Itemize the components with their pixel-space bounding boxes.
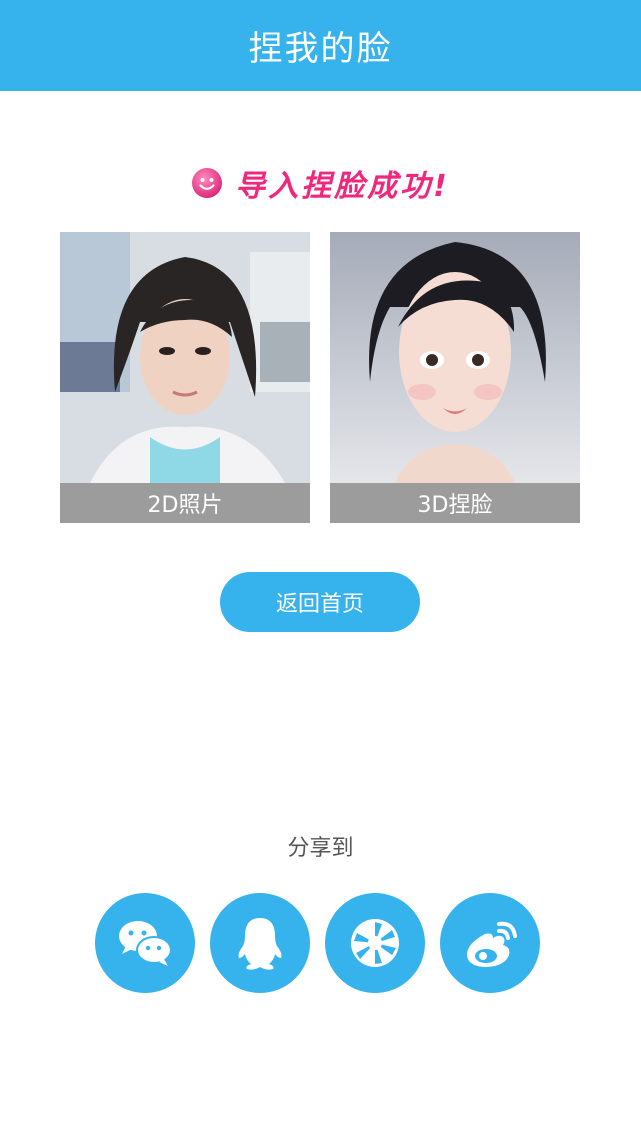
share-moments-button[interactable] — [325, 893, 425, 993]
return-home-button[interactable]: 返回首页 — [220, 572, 420, 632]
wechat-icon — [119, 921, 172, 966]
photo-2d-image — [60, 232, 310, 483]
smiley-icon — [192, 168, 223, 198]
share-label: 分享到 — [287, 836, 354, 861]
photo-2d-card: 2D照片 — [60, 232, 310, 523]
app-header: 捏我的脸 — [0, 0, 641, 91]
share-wechat-button[interactable] — [95, 893, 195, 993]
moments-icon — [351, 919, 399, 967]
qq-icon — [238, 918, 282, 970]
photo-3d-card: 3D捏脸 — [330, 232, 580, 523]
photo-2d-caption: 2D照片 — [60, 483, 310, 523]
photo-3d-caption: 3D捏脸 — [330, 483, 580, 523]
success-message: 导入捏脸成功! — [235, 169, 450, 204]
success-banner: 导入捏脸成功! — [0, 160, 641, 206]
weibo-icon — [466, 921, 517, 967]
share-weibo-button[interactable] — [440, 893, 540, 993]
share-qq-button[interactable] — [210, 893, 310, 993]
page-title: 捏我的脸 — [248, 29, 393, 69]
photo-3d-image — [330, 232, 580, 483]
